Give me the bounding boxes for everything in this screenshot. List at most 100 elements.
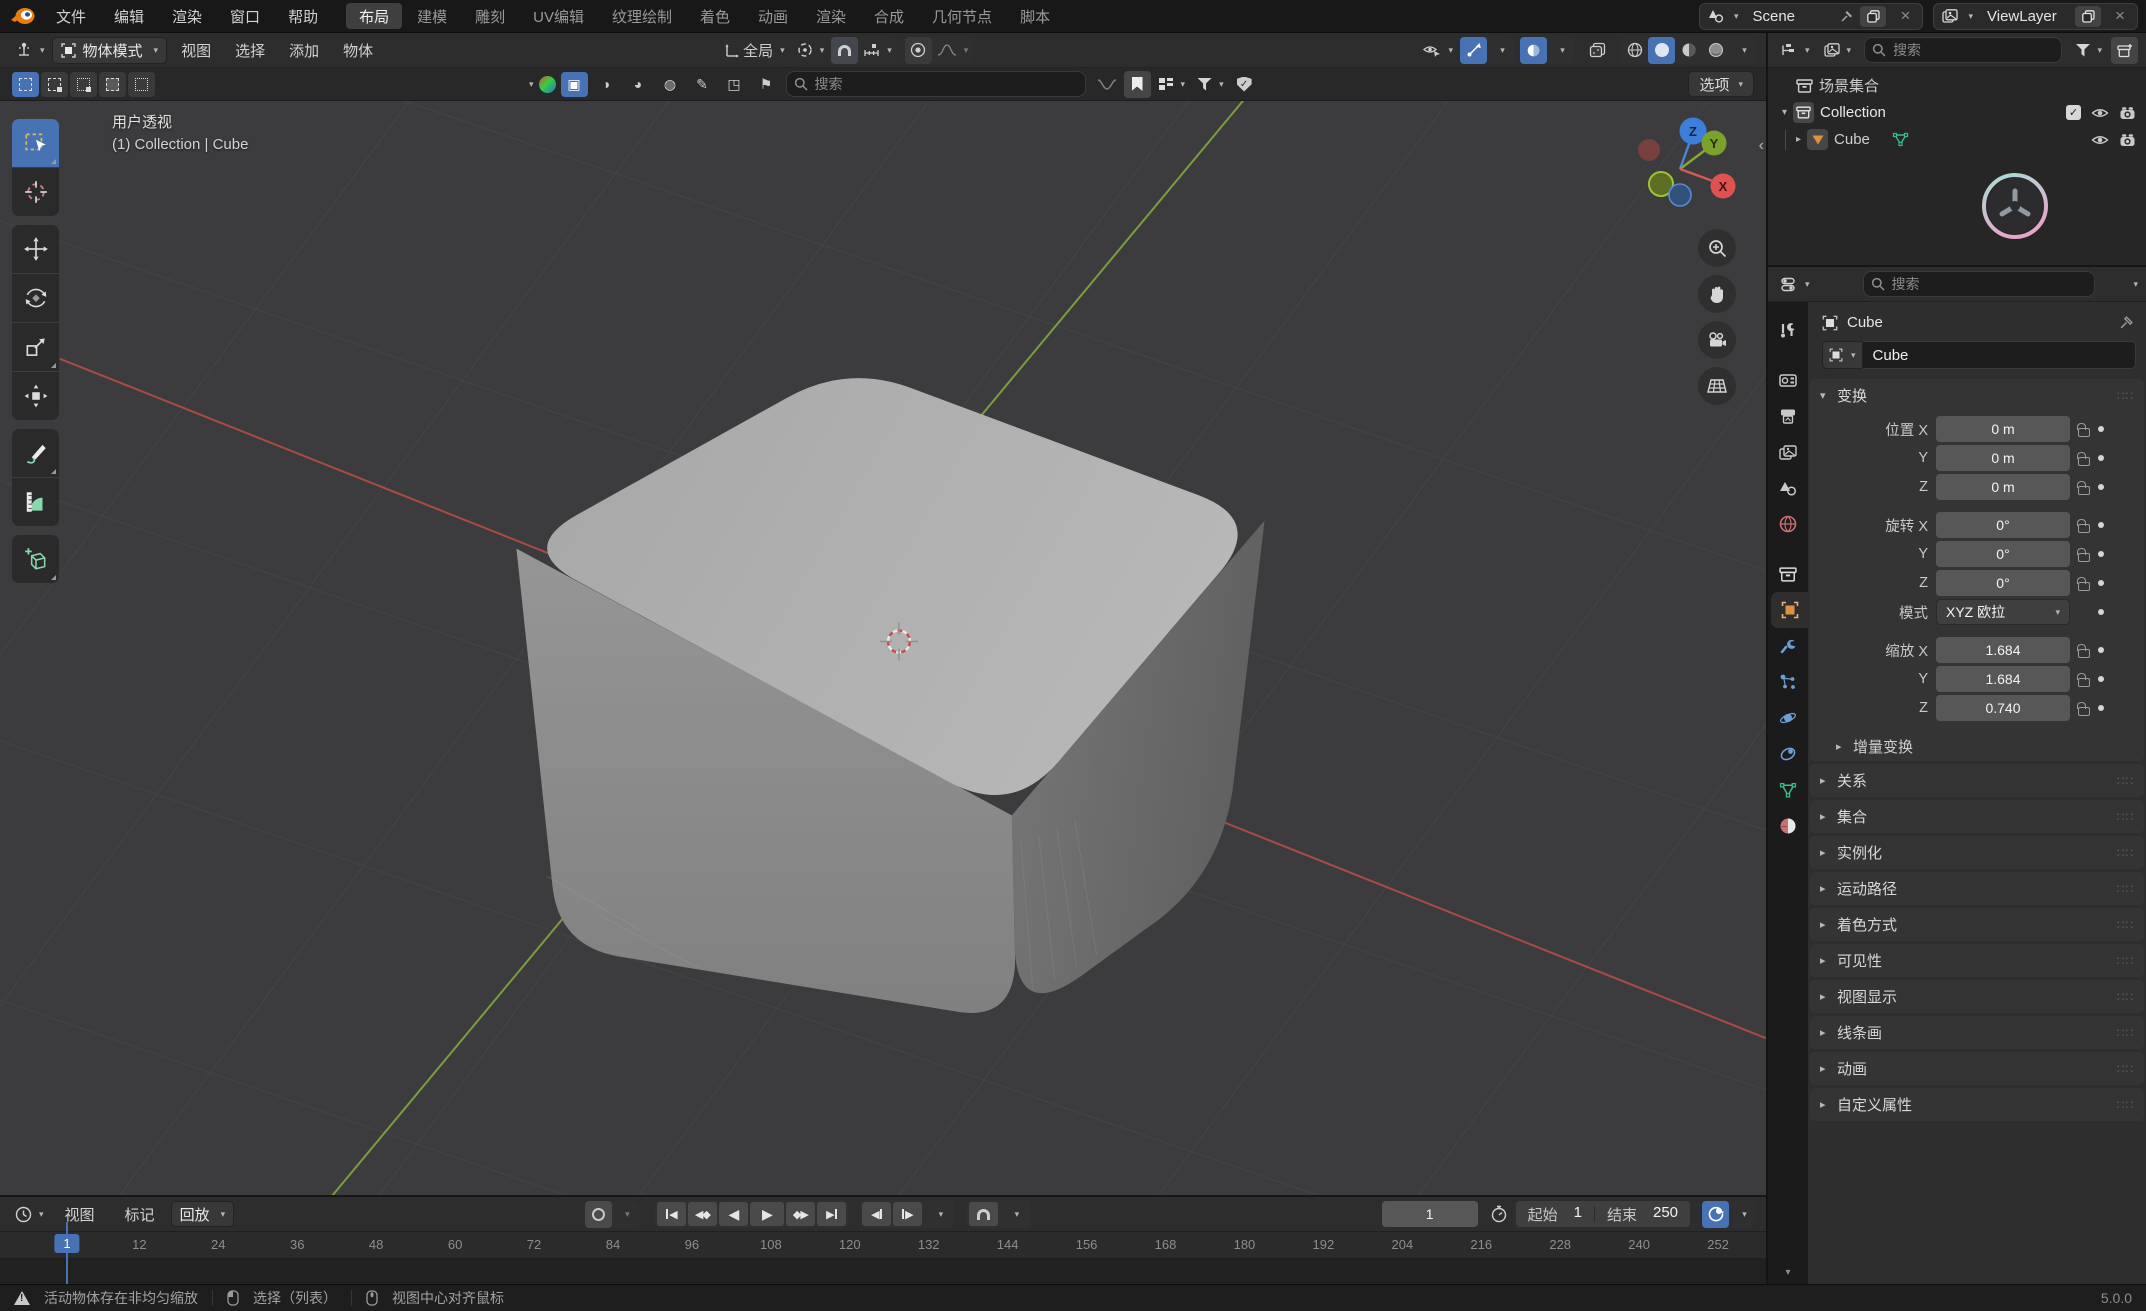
animate-dot[interactable]: [2098, 676, 2104, 682]
animate-dot[interactable]: [2098, 609, 2104, 615]
tab-animation[interactable]: 动画: [745, 3, 801, 29]
step-dropdown[interactable]: ▾: [924, 1202, 953, 1226]
gizmos-toggle[interactable]: [1460, 37, 1487, 64]
shading-rendered-button[interactable]: [1702, 37, 1729, 64]
menu-view[interactable]: 视图: [169, 37, 223, 63]
overlays-dropdown[interactable]: ▾: [1547, 37, 1574, 64]
end-frame-field[interactable]: 结束 250: [1595, 1204, 1690, 1225]
tab-object-data[interactable]: [1768, 772, 1808, 808]
timeline-snap-toggle[interactable]: [969, 1202, 998, 1226]
lock-icon[interactable]: [2078, 428, 2090, 437]
timeline-editor-type-button[interactable]: ▾: [10, 1201, 49, 1228]
timeline-menu-playback[interactable]: 回放 ▾: [171, 1201, 235, 1227]
timeline-menu-view[interactable]: 视图: [51, 1201, 109, 1227]
tab-layout[interactable]: 布局: [346, 3, 402, 29]
visibility-button[interactable]: ▾: [1417, 37, 1458, 64]
measure-tool[interactable]: [12, 478, 59, 526]
rotation-y-field[interactable]: 0°: [1936, 541, 2070, 567]
drag-grip-icon[interactable]: ∷∷: [2117, 1026, 2134, 1040]
lock-icon[interactable]: [2078, 457, 2090, 466]
tabs-scroll-chevron[interactable]: ▾: [1768, 1267, 1808, 1278]
panel-collections[interactable]: ▸集合∷∷: [1810, 800, 2144, 833]
unlink-scene-button[interactable]: ×: [1892, 6, 1918, 27]
stopwatch-icon[interactable]: [1490, 1205, 1508, 1223]
tab-scripting[interactable]: 脚本: [1007, 3, 1063, 29]
rotation-z-field[interactable]: 0°: [1936, 570, 2070, 596]
viewport-canvas[interactable]: 用户透视 (1) Collection | Cube: [0, 101, 1766, 1195]
xray-toggle[interactable]: [1584, 37, 1611, 64]
sidebar-collapse-arrow[interactable]: ‹: [1759, 137, 1764, 155]
lock-icon[interactable]: [2078, 582, 2090, 591]
shading-material-button[interactable]: [1675, 37, 1702, 64]
playhead-line[interactable]: [66, 1222, 68, 1284]
new-viewlayer-button[interactable]: [2075, 6, 2101, 27]
chevron-down-icon[interactable]: ▾: [1968, 12, 1973, 21]
mode-selector[interactable]: 物体模式 ▾: [52, 37, 168, 64]
drag-grip-icon[interactable]: ∷∷: [2117, 774, 2134, 788]
lock-icon[interactable]: [2078, 678, 2090, 687]
location-y-field[interactable]: 0 m: [1936, 445, 2070, 471]
tab-render[interactable]: [1768, 362, 1808, 398]
move-tool[interactable]: [12, 225, 59, 273]
timeline-ruler[interactable]: 1 12243648607284961081201321441561681801…: [0, 1232, 1766, 1259]
select-intersect-button[interactable]: [128, 72, 155, 97]
remove-viewlayer-button[interactable]: ×: [2107, 6, 2133, 27]
panel-shading[interactable]: ▸着色方式∷∷: [1810, 908, 2144, 941]
camera-visibility-icon[interactable]: [2119, 106, 2136, 120]
collection-checkbox[interactable]: ✓: [2066, 105, 2081, 120]
play-reverse-button[interactable]: ◀: [719, 1202, 748, 1226]
select-set-button[interactable]: [12, 72, 39, 97]
smooth-curve-button[interactable]: [1092, 71, 1122, 98]
blender-logo-icon[interactable]: [10, 5, 36, 27]
drag-grip-icon[interactable]: ∷∷: [2117, 918, 2134, 932]
cube-object-row[interactable]: ▸ Cube: [1774, 126, 2140, 153]
tab-scene[interactable]: [1768, 470, 1808, 506]
panel-relations[interactable]: ▸关系∷∷: [1810, 764, 2144, 797]
tab-texture-paint[interactable]: 纹理绘制: [599, 3, 685, 29]
menu-window[interactable]: 窗口: [216, 3, 274, 29]
filter-button[interactable]: ▾: [1192, 71, 1229, 98]
viewlayer-name[interactable]: ViewLayer: [1979, 8, 2069, 25]
transform-orientation-button[interactable]: 全局 ▾: [719, 37, 790, 64]
editor-type-button[interactable]: ▾: [10, 37, 50, 64]
play-button[interactable]: ▶: [750, 1202, 784, 1226]
chevron-down-icon[interactable]: ▾: [1782, 108, 1787, 118]
current-frame-field[interactable]: 1: [1382, 1201, 1478, 1227]
select-box-tool[interactable]: [12, 119, 59, 167]
animate-dot[interactable]: [2098, 705, 2104, 711]
animate-dot[interactable]: [2098, 647, 2104, 653]
menu-edit[interactable]: 编辑: [100, 3, 158, 29]
camera-visibility-icon[interactable]: [2119, 133, 2136, 147]
transform-tool[interactable]: [12, 372, 59, 420]
prev-keyframe-button[interactable]: ◀◆: [688, 1202, 717, 1226]
chevron-down-icon[interactable]: ▾: [529, 80, 534, 89]
drag-grip-icon[interactable]: ∷∷: [2117, 954, 2134, 968]
shading-wireframe-button[interactable]: [1621, 37, 1648, 64]
scale-y-field[interactable]: 1.684: [1936, 666, 2070, 692]
eye-icon[interactable]: [2091, 134, 2109, 146]
drag-grip-icon[interactable]: ∷∷: [2117, 389, 2134, 403]
gizmos-dropdown[interactable]: ▾: [1487, 37, 1514, 64]
panel-visibility[interactable]: ▸可见性∷∷: [1810, 944, 2144, 977]
chevron-down-icon[interactable]: ▾: [2133, 280, 2138, 289]
rotation-mode-dropdown[interactable]: XYZ 欧拉▾: [1936, 599, 2070, 625]
annotate-tool[interactable]: [12, 429, 59, 477]
pose-mode-button[interactable]: ⚑: [753, 72, 780, 97]
animate-dot[interactable]: [2098, 580, 2104, 586]
rotate-tool[interactable]: [12, 274, 59, 322]
location-z-field[interactable]: 0 m: [1936, 474, 2070, 500]
lock-icon[interactable]: [2078, 524, 2090, 533]
axis-neg-z-ball[interactable]: [1669, 184, 1691, 206]
tab-constraints[interactable]: [1768, 736, 1808, 772]
keying-overlay-toggle[interactable]: [1702, 1201, 1729, 1228]
tab-rendering[interactable]: 渲染: [803, 3, 859, 29]
snap-target-button[interactable]: ▾: [858, 37, 897, 64]
drag-grip-icon[interactable]: ∷∷: [2117, 1098, 2134, 1112]
animate-dot[interactable]: [2098, 455, 2104, 461]
drag-grip-icon[interactable]: ∷∷: [2117, 990, 2134, 1004]
outliner-filter-button[interactable]: ▾: [2070, 37, 2107, 64]
frame-forward-button[interactable]: ▶: [893, 1202, 922, 1226]
auto-keying-dropdown[interactable]: ▾: [612, 1201, 639, 1228]
transform-panel-header[interactable]: ▾ 变换 ∷∷: [1810, 379, 2144, 412]
breadcrumb-object[interactable]: Cube: [1847, 314, 1883, 331]
